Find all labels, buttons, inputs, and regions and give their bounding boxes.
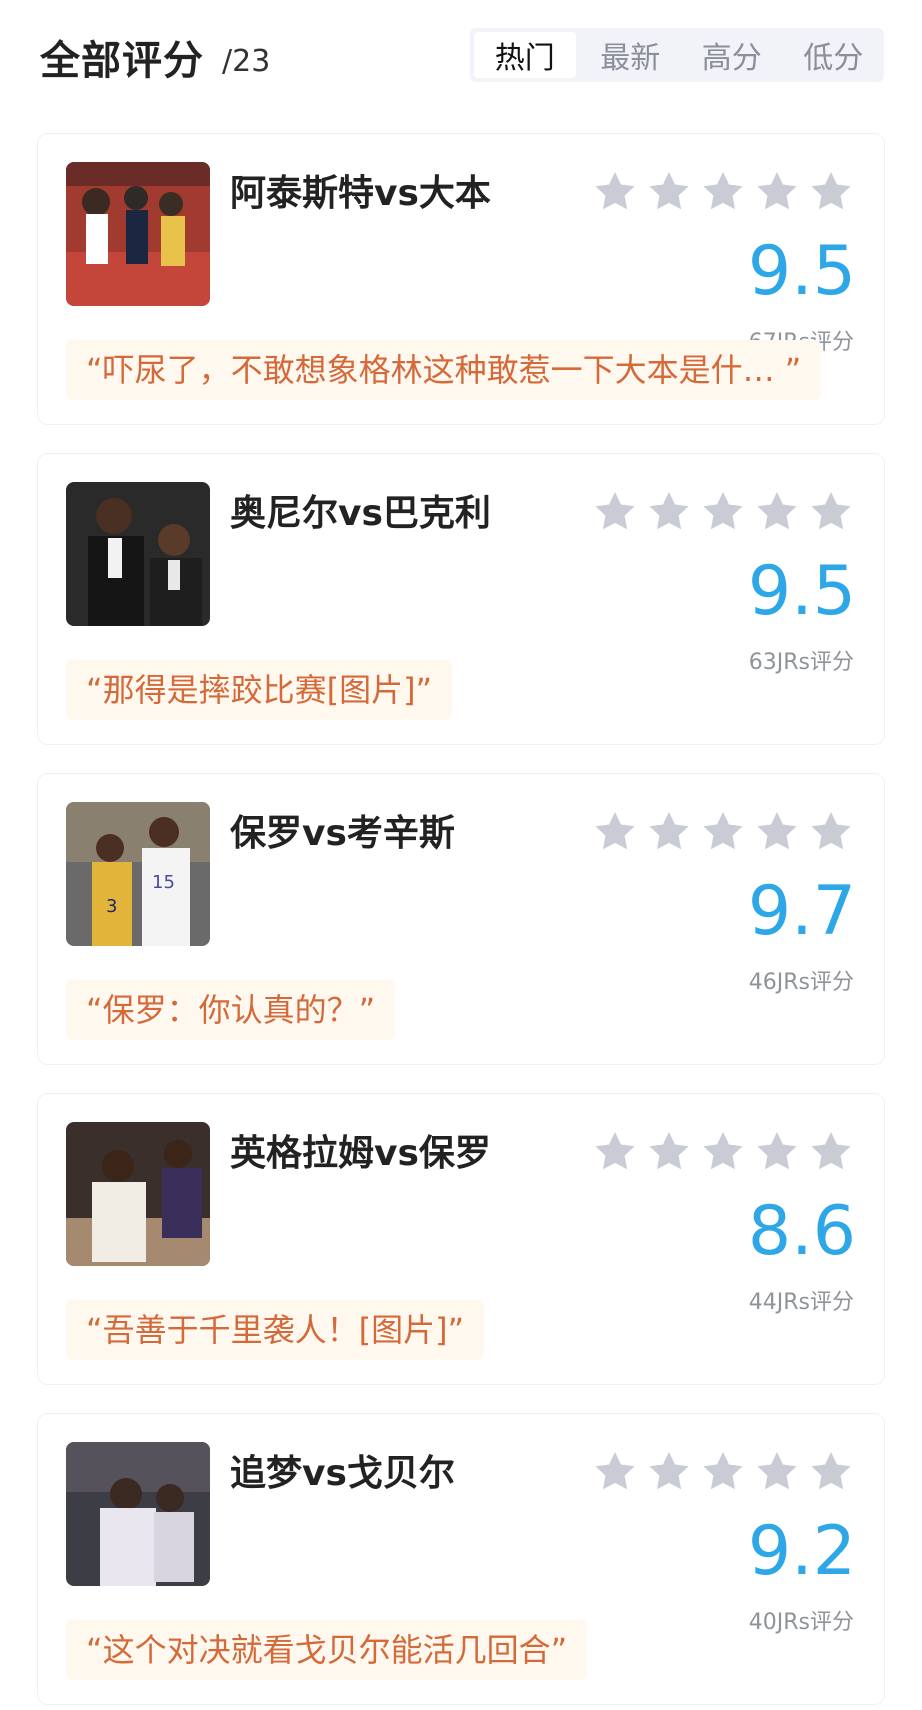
matchup-title: 保罗vs考辛斯 — [230, 813, 455, 854]
ratings-page: 全部评分 /23 热门 最新 高分 低分 阿泰斯特vs大本 9.5 “吓尿了，不… — [0, 0, 922, 1710]
page-title: 全部评分 — [40, 38, 204, 84]
list-item[interactable]: 追梦vs戈贝尔 9.2 40JRs评分 “这个对决就看戈贝尔能活几回合” — [38, 1414, 884, 1704]
thumbnail-image[interactable] — [66, 1442, 210, 1586]
thumbnail-image[interactable] — [66, 482, 210, 626]
matchup-title: 奥尼尔vs巴克利 — [230, 493, 491, 534]
thumbnail-image[interactable] — [66, 1122, 210, 1266]
star-icon[interactable] — [700, 168, 746, 214]
star-icon[interactable] — [592, 168, 638, 214]
star-icon[interactable] — [646, 168, 692, 214]
top-comment[interactable]: “吓尿了，不敢想象格林这种敢惹一下大本是什… ” — [66, 340, 822, 400]
star-icon[interactable] — [646, 1448, 692, 1494]
star-rating[interactable] — [592, 1448, 854, 1496]
star-icon[interactable] — [592, 1128, 638, 1174]
star-icon[interactable] — [592, 488, 638, 534]
photo-placeholder-icon — [66, 1442, 210, 1586]
top-comment[interactable]: “吾善于千里袭人！[图片]” — [66, 1300, 485, 1360]
list-item[interactable]: 15 3 保罗vs考辛斯 9.7 46JRs评分 “保罗：你认真的？” — [38, 774, 884, 1064]
top-comment[interactable]: “这个对决就看戈贝尔能活几回合” — [66, 1620, 588, 1680]
list-item[interactable]: 阿泰斯特vs大本 9.5 67JRs评分 “吓尿了，不敢想象格林这种敢惹一下大本… — [38, 134, 884, 424]
photo-placeholder-icon: 15 3 — [66, 802, 210, 946]
rater-count: 44JRs评分 — [748, 1290, 854, 1315]
star-icon[interactable] — [808, 808, 854, 854]
tab-latest[interactable]: 最新 — [580, 28, 682, 82]
matchup-title: 阿泰斯特vs大本 — [230, 173, 491, 214]
star-icon[interactable] — [754, 1448, 800, 1494]
score-value: 9.5 — [747, 552, 856, 631]
star-icon[interactable] — [808, 488, 854, 534]
matchup-title: 英格拉姆vs保罗 — [230, 1133, 491, 1174]
star-icon[interactable] — [808, 1128, 854, 1174]
photo-placeholder-icon — [66, 1122, 210, 1266]
score-value: 9.7 — [747, 872, 856, 951]
star-icon[interactable] — [700, 1128, 746, 1174]
svg-text:3: 3 — [106, 896, 117, 917]
star-icon[interactable] — [754, 488, 800, 534]
star-rating[interactable] — [592, 168, 854, 216]
sort-tabs: 热门 最新 高分 低分 — [470, 28, 884, 82]
tab-high[interactable]: 高分 — [681, 28, 783, 82]
star-icon[interactable] — [700, 488, 746, 534]
top-comment[interactable]: “保罗：你认真的？” — [66, 980, 396, 1040]
star-icon[interactable] — [754, 168, 800, 214]
photo-placeholder-icon — [66, 482, 210, 626]
tab-low[interactable]: 低分 — [783, 28, 885, 82]
star-icon[interactable] — [646, 488, 692, 534]
svg-text:15: 15 — [152, 872, 175, 893]
star-icon[interactable] — [646, 808, 692, 854]
rater-count: 46JRs评分 — [748, 970, 854, 995]
star-icon[interactable] — [808, 1448, 854, 1494]
star-icon[interactable] — [592, 808, 638, 854]
score-value: 9.5 — [747, 232, 856, 311]
rater-count: 63JRs评分 — [748, 650, 854, 675]
tab-hot[interactable]: 热门 — [474, 32, 576, 78]
header: 全部评分 /23 热门 最新 高分 低分 — [0, 0, 922, 110]
list-item[interactable]: 英格拉姆vs保罗 8.6 44JRs评分 “吾善于千里袭人！[图片]” — [38, 1094, 884, 1384]
star-icon[interactable] — [646, 1128, 692, 1174]
star-rating[interactable] — [592, 1128, 854, 1176]
star-icon[interactable] — [754, 808, 800, 854]
star-icon[interactable] — [700, 808, 746, 854]
thumbnail-image[interactable]: 15 3 — [66, 802, 210, 946]
star-rating[interactable] — [592, 808, 854, 856]
score-value: 9.2 — [747, 1512, 856, 1591]
matchup-title: 追梦vs戈贝尔 — [230, 1453, 455, 1494]
top-comment[interactable]: “那得是摔跤比赛[图片]” — [66, 660, 453, 720]
thumbnail-image[interactable] — [66, 162, 210, 306]
rater-count: 40JRs评分 — [748, 1610, 854, 1635]
star-rating[interactable] — [592, 488, 854, 536]
rating-count: /23 — [222, 44, 271, 79]
star-icon[interactable] — [754, 1128, 800, 1174]
star-icon[interactable] — [808, 168, 854, 214]
star-icon[interactable] — [592, 1448, 638, 1494]
photo-placeholder-icon — [66, 162, 210, 306]
star-icon[interactable] — [700, 1448, 746, 1494]
list-item[interactable]: 奥尼尔vs巴克利 9.5 63JRs评分 “那得是摔跤比赛[图片]” — [38, 454, 884, 744]
score-value: 8.6 — [747, 1192, 856, 1271]
